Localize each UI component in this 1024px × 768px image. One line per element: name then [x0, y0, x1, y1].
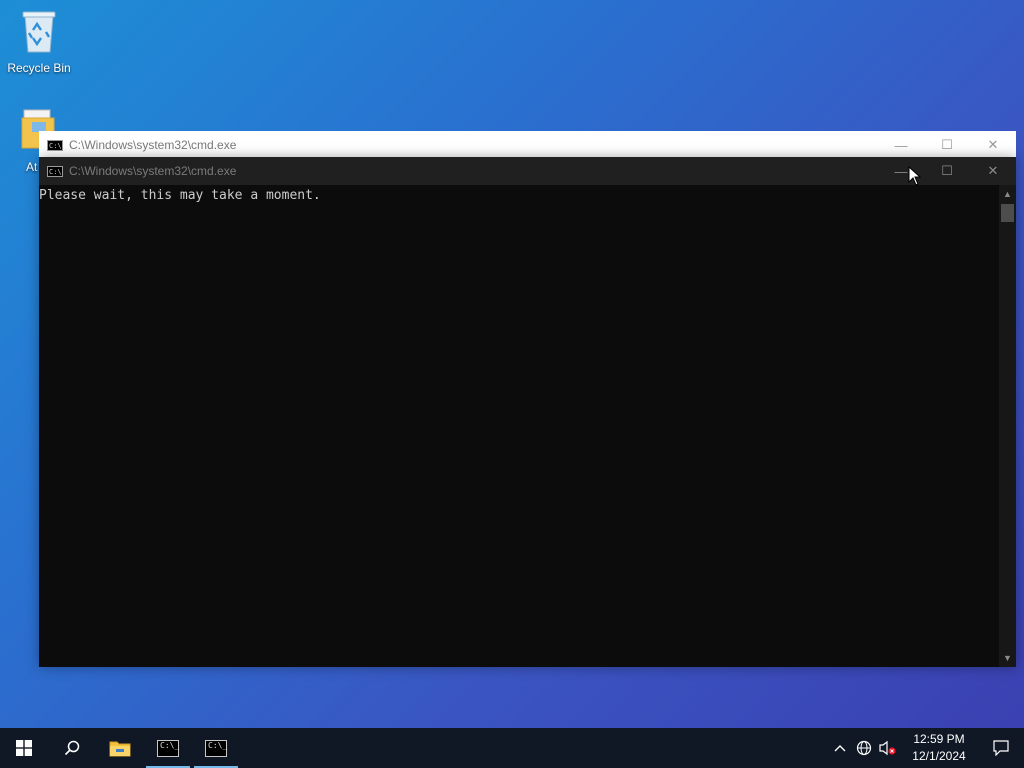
recycle-bin-shortcut[interactable]: Recycle Bin: [4, 8, 74, 75]
scroll-down-arrow-icon[interactable]: ▼: [999, 651, 1016, 665]
close-button[interactable]: ✕: [970, 131, 1016, 159]
window-title: C:\Windows\system32\cmd.exe: [69, 164, 237, 178]
scroll-up-arrow-icon[interactable]: ▲: [999, 187, 1016, 201]
cmd-icon: C:\_: [205, 739, 227, 757]
clock-date: 12/1/2024: [912, 749, 966, 763]
taskbar-cmd-button-1[interactable]: C:\_: [144, 728, 192, 768]
taskbar-cmd-button-2[interactable]: C:\_: [192, 728, 240, 768]
title-bar[interactable]: C:\ C:\Windows\system32\cmd.exe — ☐ ✕: [39, 131, 1016, 159]
search-icon: [64, 740, 80, 756]
clock-time: 12:59 PM: [913, 732, 965, 746]
maximize-button[interactable]: ☐: [924, 157, 970, 185]
network-globe-icon[interactable]: [852, 728, 876, 768]
mouse-pointer-icon: [908, 166, 922, 186]
vertical-scrollbar[interactable]: ▲ ▼: [999, 185, 1016, 667]
search-button[interactable]: [48, 728, 96, 768]
recycle-bin-icon: [22, 11, 56, 53]
notification-icon: [993, 740, 1009, 756]
cmd-icon: C:\: [47, 139, 63, 151]
clock[interactable]: 12:59 PM 12/1/2024: [900, 731, 978, 765]
start-button[interactable]: [0, 728, 48, 768]
recycle-bin-label: Recycle Bin: [7, 61, 71, 75]
taskbar: C:\_ C:\_ 12:59 PM 12/1/2024: [0, 728, 1024, 768]
file-explorer-icon: [109, 741, 131, 757]
file-explorer-button[interactable]: [96, 728, 144, 768]
title-bar[interactable]: C:\ C:\Windows\system32\cmd.exe — ☐ ✕: [39, 157, 1016, 185]
cmd-icon: C:\_: [157, 739, 179, 757]
window-title: C:\Windows\system32\cmd.exe: [69, 138, 237, 152]
scroll-thumb[interactable]: [1001, 204, 1014, 222]
system-tray: 12:59 PM 12/1/2024: [828, 728, 1024, 768]
folder-label: At: [26, 160, 38, 174]
close-button[interactable]: ✕: [970, 157, 1016, 185]
show-hidden-icons-chevron-icon[interactable]: [828, 728, 852, 768]
action-center-button[interactable]: [978, 728, 1024, 768]
maximize-button[interactable]: ☐: [924, 131, 970, 159]
cmd-window-front[interactable]: C:\ C:\Windows\system32\cmd.exe — ☐ ✕ Pl…: [39, 157, 1016, 667]
minimize-button[interactable]: —: [878, 131, 924, 159]
cmd-icon: C:\: [47, 165, 63, 177]
volume-muted-icon[interactable]: [876, 728, 900, 768]
console-output[interactable]: Please wait, this may take a moment.: [39, 185, 999, 667]
windows-logo-icon: [16, 740, 32, 756]
